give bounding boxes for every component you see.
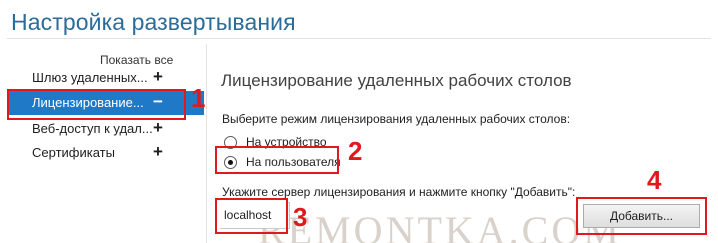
sidebar-item-certificates[interactable]: Сертификаты + <box>7 141 204 165</box>
add-button[interactable]: Добавить... <box>583 204 700 228</box>
radio-label: На устройство <box>246 135 327 149</box>
expand-icon[interactable]: + <box>153 142 163 162</box>
title-divider <box>7 38 711 39</box>
radio-label: На пользователя <box>246 155 341 169</box>
radio-checked-icon[interactable] <box>224 155 237 169</box>
sidebar-item-label: Шлюз удаленных... <box>32 70 148 85</box>
show-all-link[interactable]: Показать все <box>100 53 173 67</box>
license-server-input[interactable] <box>220 202 288 228</box>
sidebar-item-label: Лицензирование... <box>32 95 144 110</box>
sidebar-item-licensing[interactable]: Лицензирование... − <box>7 91 204 115</box>
radio-per-device[interactable]: На устройство <box>224 133 327 151</box>
sidebar-item-gateway[interactable]: Шлюз удаленных... + <box>7 66 204 90</box>
licensing-mode-prompt: Выберите режим лицензирования удаленных … <box>222 112 571 126</box>
step-number-4: 4 <box>647 165 662 195</box>
collapse-icon[interactable]: − <box>153 92 163 112</box>
license-server-hint: Укажите сервер лицензирования и нажмите … <box>222 185 576 199</box>
sidebar-item-web-access[interactable]: Веб-доступ к удал... + <box>7 117 204 141</box>
radio-per-user[interactable]: На пользователя <box>224 153 341 171</box>
window-title: Настройка развертывания <box>11 9 296 35</box>
expand-icon[interactable]: + <box>153 67 163 87</box>
step-number-1: 1 <box>191 83 206 113</box>
deployment-settings-dialog: Настройка развертывания Показать все Шлю… <box>0 0 718 243</box>
sidebar: Показать все Шлюз удаленных... + Лицензи… <box>0 44 205 243</box>
sidebar-item-label: Сертификаты <box>32 145 115 160</box>
watermark: REMONTKA.COM <box>258 208 622 243</box>
section-title: Лицензирование удаленных рабочих столов <box>221 71 572 90</box>
sidebar-item-label: Веб-доступ к удал... <box>32 121 152 136</box>
radio-unchecked-icon[interactable] <box>224 135 237 149</box>
step-number-2: 2 <box>348 136 363 166</box>
sidebar-divider <box>206 44 207 243</box>
expand-icon[interactable]: + <box>153 118 163 138</box>
step-number-3: 3 <box>293 202 308 232</box>
